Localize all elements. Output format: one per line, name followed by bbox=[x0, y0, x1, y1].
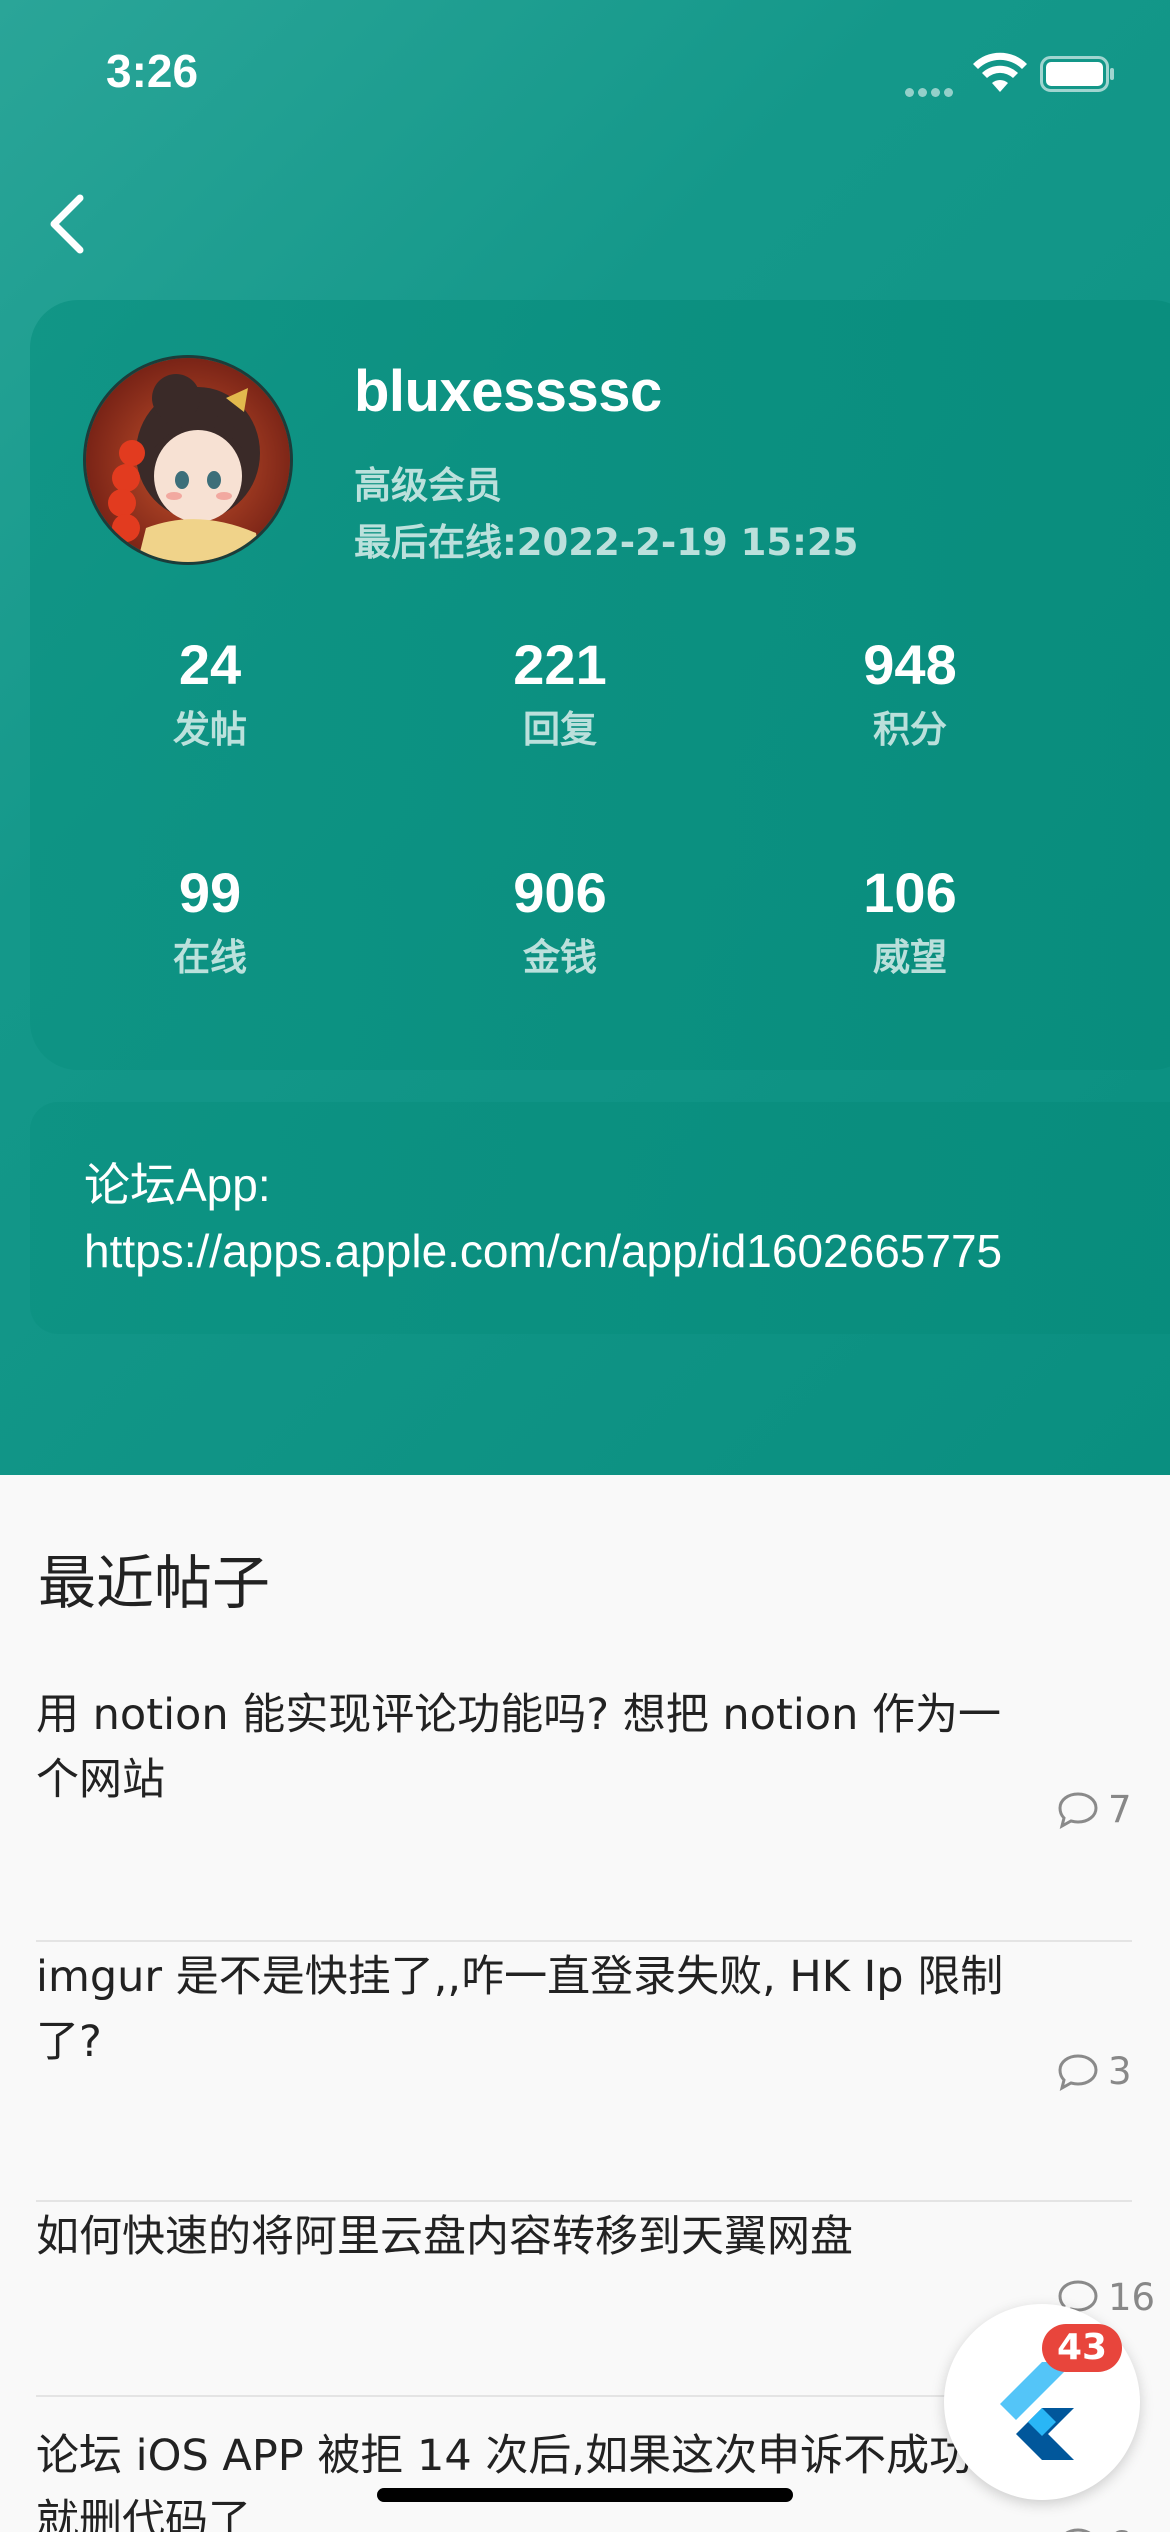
stat-replies: 221 回复 bbox=[410, 630, 710, 754]
flutter-floating-button[interactable]: 43 bbox=[944, 2304, 1140, 2500]
list-item[interactable]: imgur 是不是快挂了,,咋一直登录失败, HK Ip 限制了? 3 bbox=[36, 1942, 1132, 2162]
stat-value: 221 bbox=[513, 633, 607, 696]
stat-value: 106 bbox=[863, 861, 957, 924]
stat-online: 99 在线 bbox=[60, 858, 360, 982]
stat-points: 948 积分 bbox=[760, 630, 1060, 754]
battery-icon bbox=[1040, 56, 1114, 92]
avatar-image bbox=[86, 358, 290, 562]
recent-posts-title: 最近帖子 bbox=[38, 1549, 271, 1617]
comment-icon bbox=[1058, 2053, 1098, 2091]
stat-prestige: 106 威望 bbox=[760, 858, 1060, 982]
comment-count-value: 7 bbox=[1108, 1788, 1132, 1831]
comment-count-value: 6 bbox=[1108, 2524, 1132, 2532]
signature-line: 论坛App: bbox=[84, 1159, 271, 1211]
stat-label: 威望 bbox=[873, 936, 947, 979]
comment-count: 6 bbox=[1056, 2524, 1132, 2532]
cellular-signal-icon bbox=[905, 82, 957, 97]
signature-link[interactable]: https://apps.apple.com/cn/app/id16026657… bbox=[84, 1218, 1124, 1284]
avatar[interactable] bbox=[83, 355, 293, 565]
status-bar: 3:26 bbox=[0, 0, 1170, 140]
stat-posts: 24 发帖 bbox=[60, 630, 360, 754]
stat-value: 948 bbox=[863, 633, 957, 696]
profile-card: bluxessssc 高级会员 最后在线:2022-2-19 15:25 24 … bbox=[30, 300, 1170, 1070]
home-indicator bbox=[377, 2488, 793, 2502]
comment-icon bbox=[1058, 1791, 1098, 1829]
member-level: 高级会员 bbox=[354, 464, 502, 507]
list-item[interactable]: 用 notion 能实现评论功能吗? 想把 notion 作为一个网站 7 bbox=[36, 1680, 1132, 1900]
status-time: 3:26 bbox=[106, 45, 199, 97]
comment-count-value: 3 bbox=[1108, 2050, 1132, 2093]
comment-count: 3 bbox=[1056, 2050, 1132, 2093]
back-arrow-icon[interactable] bbox=[36, 180, 112, 268]
stat-label: 在线 bbox=[173, 936, 247, 979]
stat-value: 24 bbox=[178, 633, 242, 696]
notification-badge: 43 bbox=[1042, 2324, 1122, 2372]
last-online: 最后在线:2022-2-19 15:25 bbox=[354, 521, 859, 564]
stat-label: 积分 bbox=[873, 708, 947, 751]
stat-label: 发帖 bbox=[173, 708, 247, 751]
comment-icon bbox=[1064, 2527, 1092, 2532]
signature-text: 论坛App: https://apps.apple.com/cn/app/id1… bbox=[84, 1152, 1124, 1284]
post-title: 如何快速的将阿里云盘内容转移到天翼网盘 bbox=[36, 2212, 853, 2262]
wifi-icon bbox=[973, 52, 1027, 92]
post-title: imgur 是不是快挂了,,咋一直登录失败, HK Ip 限制了? bbox=[36, 1952, 1004, 2067]
stat-money: 906 金钱 bbox=[410, 858, 710, 982]
username: bluxessssc bbox=[354, 359, 662, 424]
stat-value: 906 bbox=[513, 861, 607, 924]
post-title: 论坛 iOS APP 被拒 14 次后,如果这次申诉不成功 就删代码了 bbox=[36, 2431, 973, 2532]
comment-count: 7 bbox=[1056, 1788, 1132, 1831]
stat-value: 99 bbox=[178, 861, 242, 924]
post-title: 用 notion 能实现评论功能吗? 想把 notion 作为一个网站 bbox=[36, 1690, 1002, 1805]
signature-card: 论坛App: https://apps.apple.com/cn/app/id1… bbox=[30, 1102, 1170, 1334]
stat-label: 回复 bbox=[523, 708, 597, 751]
stat-label: 金钱 bbox=[523, 936, 597, 979]
